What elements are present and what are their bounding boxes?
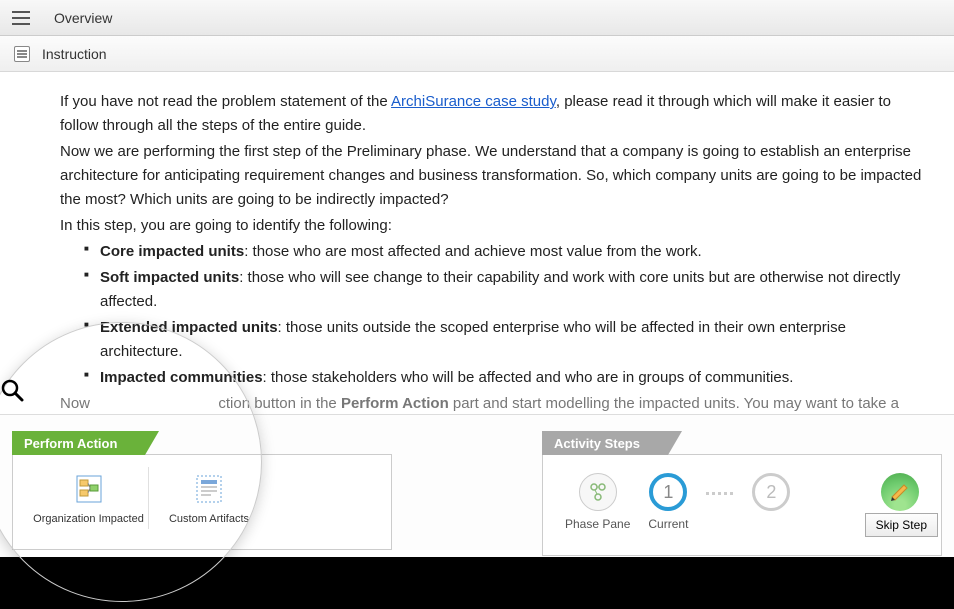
activity-steps-tab: Activity Steps: [542, 431, 668, 455]
perform-action-tab: Perform Action: [12, 431, 145, 455]
bullet-list: Core impacted units: those who are most …: [60, 240, 924, 390]
list-item: Core impacted units: those who are most …: [84, 240, 924, 264]
step-2-icon: 2: [752, 473, 790, 511]
instruction-content: If you have not read the problem stateme…: [0, 72, 954, 440]
next-icon: [881, 473, 919, 511]
section-bar: Instruction: [0, 36, 954, 72]
magnifier-handle-icon: [0, 378, 26, 407]
top-bar: Overview: [0, 0, 954, 36]
phase-pane-icon: [579, 473, 617, 511]
intro-paragraph-3: In this step, you are going to identify …: [60, 214, 924, 238]
intro-text: If you have not read the problem stateme…: [60, 93, 391, 110]
skip-step-button[interactable]: Skip Step: [865, 513, 938, 537]
custom-artifacts-button[interactable]: Custom Artifacts: [149, 467, 269, 529]
bottom-black-bar: [0, 557, 954, 609]
step-label: [770, 517, 773, 531]
activity-steps-panel: Activity Steps Phase: [542, 431, 942, 556]
custom-artifacts-icon: [191, 471, 227, 507]
phase-pane-step[interactable]: Phase Pane: [565, 473, 630, 531]
instruction-icon: [14, 46, 30, 62]
step-label: Current: [648, 517, 688, 531]
step-2[interactable]: 2: [752, 473, 790, 531]
step-connector: [706, 492, 734, 495]
list-item: Impacted communities: those stakeholders…: [84, 366, 924, 390]
step-label: Phase Pane: [565, 517, 630, 531]
page-title: Overview: [54, 10, 112, 26]
action-label: Organization Impacted: [33, 513, 144, 525]
intro-paragraph-2: Now we are performing the first step of …: [60, 140, 924, 212]
step-1-icon: 1: [649, 473, 687, 511]
current-step[interactable]: 1 Current: [648, 473, 688, 531]
action-label: Custom Artifacts: [169, 513, 249, 525]
list-item: Soft impacted units: those who will see …: [84, 266, 924, 314]
org-impacted-icon: [71, 471, 107, 507]
perform-action-panel: Perform Action: [12, 431, 392, 556]
section-title: Instruction: [42, 46, 107, 62]
menu-icon[interactable]: [12, 11, 30, 25]
organization-impacted-button[interactable]: Organization Impacted: [29, 467, 149, 529]
case-study-link[interactable]: ArchiSurance case study: [391, 93, 556, 110]
list-item: Extended impacted units: those units out…: [84, 316, 924, 364]
